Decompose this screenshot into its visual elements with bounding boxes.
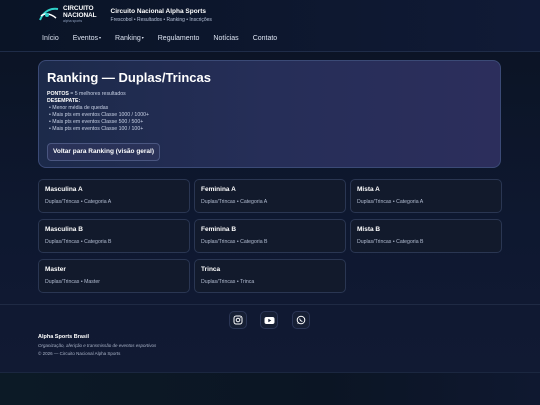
chevron-down-icon: ▾ bbox=[99, 35, 102, 40]
points-text: = 5 melhores resultados bbox=[68, 91, 126, 97]
logo[interactable]: CIRCUITO NACIONAL alpha sports bbox=[38, 6, 97, 24]
card-subtitle: Duplas/Trincas • Categoria B bbox=[357, 239, 424, 245]
tiebreak-label: DESEMPATE: bbox=[47, 98, 492, 105]
points-label: PONTOS bbox=[47, 91, 69, 97]
points-rule: PONTOS = 5 melhores resultados bbox=[47, 91, 492, 98]
nav-regulamento-label: Regulamento bbox=[157, 35, 200, 42]
page-title: Ranking — Duplas/Trincas bbox=[47, 70, 211, 85]
category-card-master[interactable]: Master Duplas/Trincas • Master bbox=[38, 259, 190, 293]
category-card-feminina-a[interactable]: Feminina A Duplas/Trincas • Categoria A bbox=[194, 179, 346, 213]
nav-regulamento[interactable]: Regulamento bbox=[158, 35, 200, 42]
card-title: Feminina A bbox=[201, 186, 236, 193]
card-title: Mista B bbox=[357, 226, 381, 233]
card-subtitle: Duplas/Trincas • Trinca bbox=[201, 279, 255, 285]
card-subtitle: Duplas/Trincas • Categoria A bbox=[45, 199, 112, 205]
nav-contato[interactable]: Contato bbox=[253, 35, 278, 42]
nav-ranking-label: Ranking bbox=[115, 35, 141, 42]
tiebreak-heading: DESEMPATE: bbox=[47, 98, 81, 104]
category-card-masculina-b[interactable]: Masculina B Duplas/Trincas • Categoria B bbox=[38, 219, 190, 253]
footer-org-name: Alpha Sports Brasil bbox=[38, 334, 90, 340]
card-subtitle: Duplas/Trincas • Master bbox=[45, 279, 100, 285]
youtube-link[interactable] bbox=[260, 311, 278, 329]
main-nav: Início Eventos▾ Ranking▾ Regulamento Not… bbox=[42, 35, 291, 42]
footer-description: Organização, aferição e transmissão de e… bbox=[38, 343, 157, 348]
card-subtitle: Duplas/Trincas • Categoria A bbox=[357, 199, 424, 205]
site-header: CIRCUITO NACIONAL alpha sports Circuito … bbox=[0, 0, 540, 52]
card-title: Trinca bbox=[201, 266, 221, 273]
brand-text: Circuito Nacional Alpha Sports Frescobol… bbox=[111, 8, 212, 23]
category-card-feminina-b[interactable]: Feminina B Duplas/Trincas • Categoria B bbox=[194, 219, 346, 253]
logo-sub: alpha sports bbox=[63, 19, 83, 24]
logo-swoosh-icon bbox=[39, 7, 59, 21]
tiebreak-item: • Menor média de quedas bbox=[49, 105, 109, 111]
footer-copyright: © 2026 — Circuito Nacional Alpha Sports bbox=[38, 351, 121, 356]
ranking-hero: Ranking — Duplas/Trincas PONTOS = 5 melh… bbox=[38, 60, 501, 168]
card-subtitle: Duplas/Trincas • Categoria B bbox=[45, 239, 112, 245]
card-title: Masculina A bbox=[45, 186, 83, 193]
nav-eventos-label: Eventos bbox=[72, 35, 99, 42]
footer-divider bbox=[0, 304, 540, 305]
card-subtitle: Duplas/Trincas • Categoria A bbox=[201, 199, 268, 205]
card-title: Feminina B bbox=[201, 226, 237, 233]
card-title: Mista A bbox=[357, 186, 380, 193]
category-card-mista-a[interactable]: Mista A Duplas/Trincas • Categoria A bbox=[350, 179, 502, 213]
back-to-ranking-button[interactable]: Voltar para Ranking (visão geral) bbox=[47, 143, 161, 161]
nav-inicio-label: Início bbox=[42, 35, 59, 42]
nav-eventos[interactable]: Eventos▾ bbox=[73, 35, 101, 42]
nav-contato-label: Contato bbox=[252, 35, 278, 42]
card-title: Master bbox=[45, 266, 66, 273]
ranking-rules: PONTOS = 5 melhores resultados DESEMPATE… bbox=[47, 91, 492, 133]
category-card-mista-b[interactable]: Mista B Duplas/Trincas • Categoria B bbox=[350, 219, 502, 253]
card-subtitle: Duplas/Trincas • Categoria B bbox=[201, 239, 268, 245]
category-card-trinca[interactable]: Trinca Duplas/Trincas • Trinca bbox=[194, 259, 346, 293]
youtube-icon bbox=[264, 316, 274, 324]
bottom-bar bbox=[0, 372, 540, 405]
site-title: Circuito Nacional Alpha Sports bbox=[110, 7, 206, 15]
nav-noticias[interactable]: Notícias bbox=[213, 35, 238, 42]
nav-noticias-label: Notícias bbox=[213, 35, 239, 42]
brand[interactable]: CIRCUITO NACIONAL alpha sports Circuito … bbox=[38, 6, 212, 24]
instagram-link[interactable] bbox=[229, 311, 247, 329]
instagram-icon bbox=[233, 315, 243, 325]
tiebreak-item: • Mais pts em eventos Classe 500 / 500+ bbox=[49, 119, 144, 125]
site-tagline: Frescobol • Resultados • Ranking • Inscr… bbox=[110, 16, 212, 23]
tiebreak-item: • Mais pts em eventos Classe 1000 / 1000… bbox=[49, 112, 150, 118]
category-card-masculina-a[interactable]: Masculina A Duplas/Trincas • Categoria A bbox=[38, 179, 190, 213]
whatsapp-icon bbox=[296, 315, 306, 325]
whatsapp-link[interactable] bbox=[292, 311, 310, 329]
logo-text: CIRCUITO NACIONAL alpha sports bbox=[63, 6, 97, 24]
nav-inicio[interactable]: Início bbox=[42, 35, 59, 42]
nav-ranking[interactable]: Ranking▾ bbox=[115, 35, 144, 42]
card-title: Masculina B bbox=[45, 226, 83, 233]
tiebreak-item: • Mais pts em eventos Classe 100 / 100+ bbox=[49, 126, 144, 132]
chevron-down-icon: ▾ bbox=[141, 35, 144, 40]
